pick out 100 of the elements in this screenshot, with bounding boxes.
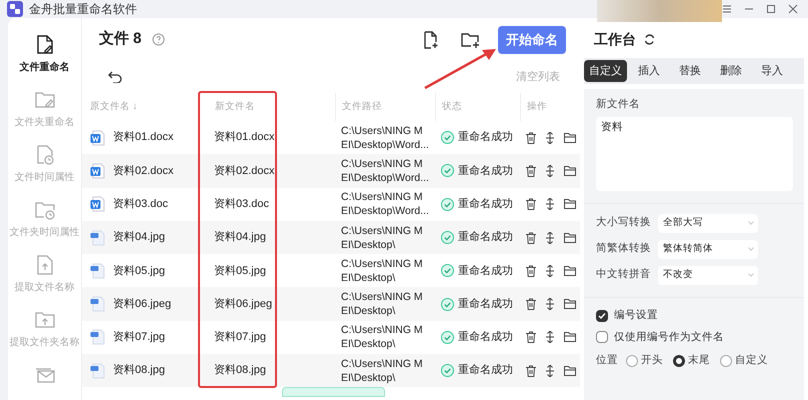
new-file-name: 资料03.doc: [214, 198, 270, 210]
folder-icon[interactable]: [564, 166, 576, 176]
file-path: C:\Users\NING M: [341, 224, 424, 238]
window-title: 金舟批量重命名软件: [29, 1, 137, 18]
move-icon[interactable]: [545, 364, 555, 377]
field-label: 简繁体转换: [596, 241, 652, 256]
status-text: 重命名成功: [458, 363, 513, 378]
file-name: 资料03.doc: [113, 196, 168, 212]
folder-icon[interactable]: [564, 266, 576, 276]
file-path: EI\Desktop\: [341, 270, 396, 285]
file-path: EI\Desktop\Word...: [341, 170, 430, 185]
annotation-arrow: [424, 49, 496, 90]
dropdown[interactable]: 不改变: [658, 266, 758, 285]
checkbox-label: 编号设置: [614, 308, 658, 323]
delete-icon[interactable]: [526, 198, 536, 210]
image-file-icon: [90, 230, 105, 246]
tab[interactable]: 自定义: [584, 60, 627, 82]
dropdown[interactable]: 繁体转简体: [658, 240, 758, 259]
move-icon[interactable]: [545, 164, 555, 177]
add-file-icon[interactable]: [423, 30, 439, 48]
move-icon[interactable]: [545, 331, 555, 344]
field-label: 大小写转换: [596, 215, 652, 230]
folder-icon[interactable]: [564, 299, 576, 310]
add-folder-icon[interactable]: [461, 32, 480, 48]
radio-label: 末尾: [688, 353, 710, 368]
status-text: 重命名成功: [458, 196, 513, 212]
sidebar-item[interactable]: 文件重命名: [20, 60, 70, 75]
file-path: EI\Desktop\: [341, 370, 396, 385]
tab[interactable]: 替换: [671, 60, 709, 82]
column-header: 新文件名: [215, 100, 255, 114]
file-path: EI\Desktop\Word...: [341, 204, 430, 218]
tab[interactable]: 导入: [753, 60, 791, 82]
delete-icon[interactable]: [526, 132, 536, 144]
file-name: 资料08.jpg: [113, 363, 165, 378]
move-icon[interactable]: [545, 264, 555, 277]
radio-button[interactable]: [673, 355, 685, 368]
move-icon[interactable]: [545, 132, 555, 144]
folder-icon[interactable]: [564, 366, 576, 376]
file-name: 资料07.jpg: [113, 330, 165, 346]
move-icon[interactable]: [545, 232, 555, 244]
maximize-icon[interactable]: [766, 4, 776, 14]
column-header: 文件路径: [342, 100, 382, 114]
file-name: 资料06.jpeg: [113, 296, 172, 312]
folder-icon[interactable]: [564, 132, 576, 143]
delete-icon[interactable]: [526, 264, 536, 277]
status-text: 重命名成功: [458, 230, 513, 246]
help-icon[interactable]: [152, 33, 165, 46]
file-path: C:\Users\NING M: [341, 124, 424, 138]
move-icon[interactable]: [545, 198, 555, 210]
radio-label: 自定义: [735, 353, 768, 368]
workbench-title: 工作台: [594, 30, 636, 48]
file-name: 资料05.jpg: [113, 264, 165, 279]
refresh-icon[interactable]: [644, 34, 655, 44]
close-icon[interactable]: [788, 4, 798, 14]
status-text: 重命名成功: [458, 330, 513, 346]
column-header: 操作: [527, 100, 547, 114]
success-check-icon: [441, 364, 454, 378]
move-icon[interactable]: [545, 298, 555, 310]
status-text: 重命名成功: [458, 296, 513, 312]
success-check-icon: [441, 164, 454, 178]
image-file-icon: [90, 329, 105, 346]
checkbox[interactable]: [596, 331, 608, 344]
success-check-icon: [441, 131, 454, 144]
checkbox[interactable]: [596, 310, 608, 322]
field-label: 新文件名: [596, 97, 641, 112]
tab[interactable]: 插入: [630, 60, 668, 82]
image-file-icon: [90, 262, 105, 279]
radio-button[interactable]: [626, 355, 638, 368]
word-document-icon: [90, 162, 105, 179]
delete-icon[interactable]: [526, 364, 536, 377]
delete-icon[interactable]: [526, 298, 536, 310]
tab[interactable]: 删除: [712, 60, 750, 82]
folder-icon[interactable]: [564, 332, 576, 342]
folder-icon[interactable]: [564, 199, 576, 210]
folder-icon[interactable]: [564, 232, 576, 243]
new-name-field[interactable]: 资料: [596, 116, 793, 191]
file-path: C:\Users\NING M: [341, 256, 424, 271]
menu-icon[interactable]: [722, 4, 732, 14]
start-rename-button[interactable]: 开始命名: [498, 26, 566, 54]
success-check-icon: [441, 198, 454, 211]
new-file-name: 资料05.jpg: [214, 264, 266, 277]
file-path: C:\Users\NING M: [341, 356, 424, 371]
undo-icon[interactable]: [108, 71, 122, 83]
delete-icon[interactable]: [526, 331, 536, 344]
success-check-icon: [441, 330, 454, 344]
file-path: EI\Desktop\: [341, 337, 396, 352]
success-check-icon: [441, 231, 454, 244]
dropdown[interactable]: 全部大写: [658, 214, 758, 233]
file-path: C:\Users\NING M: [341, 156, 424, 171]
status-text: 重命名成功: [458, 130, 513, 146]
success-check-icon: [441, 298, 454, 311]
file-name: 资料01.docx: [113, 130, 174, 146]
radio-button[interactable]: [720, 355, 732, 368]
delete-icon[interactable]: [526, 232, 536, 244]
success-check-icon: [441, 264, 454, 278]
file-count-title: 文件 8: [99, 29, 142, 50]
file-name: 资料04.jpg: [113, 230, 165, 246]
new-file-name: 资料07.jpg: [214, 331, 266, 344]
delete-icon[interactable]: [526, 164, 536, 177]
new-file-name: 资料02.docx: [214, 164, 275, 177]
